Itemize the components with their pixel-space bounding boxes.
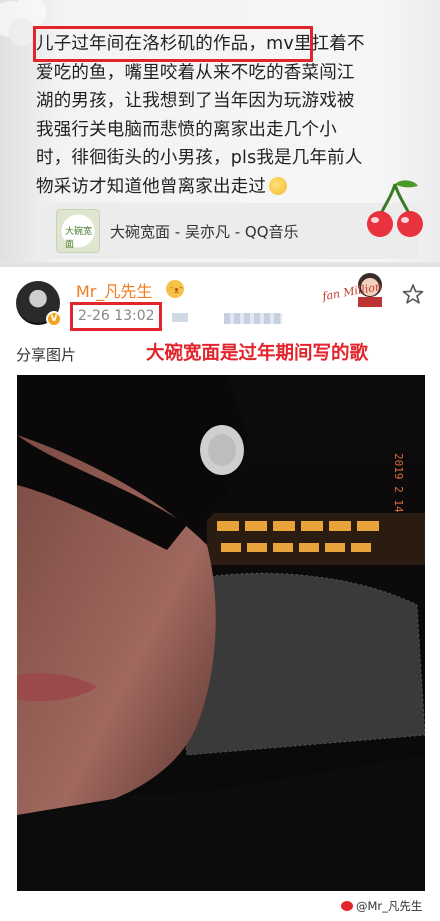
post-text-line: 湖的男孩，让我想到了当年因为玩游戏被 — [36, 91, 355, 111]
annotation-text: 大碗宽面是过年期间写的歌 — [146, 343, 369, 364]
music-title: 大碗宽面 - 吴亦凡 - QQ音乐 — [110, 223, 299, 241]
watermark: @Mr_凡先生 — [341, 898, 422, 914]
redacted-area — [224, 313, 282, 324]
star-icon[interactable] — [402, 283, 424, 305]
post-text-line: 我强行关电脑而悲愤的离家出走几个小 — [36, 119, 337, 140]
weibo-post: V Mr_凡先生 ᵔᴥᵔ 2-26 13:02 fan Million 分享图片… — [0, 267, 440, 921]
post-text-line: 时，徘徊街头的小男孩，pls我是几年前人 — [36, 148, 363, 168]
crown-emoji-icon: ᵔᴥᵔ — [166, 280, 184, 298]
music-thumbnail: 大碗宽面 — [56, 209, 100, 253]
post-text-line: 物采访才知道他曾离家出走过 — [36, 176, 267, 197]
weibo-logo-icon — [341, 901, 353, 911]
film-date-stamp: 2019 2 14 — [392, 453, 405, 513]
redacted-area — [172, 313, 188, 322]
fan-sticker: fan Million — [318, 269, 390, 309]
photo-illustration: 2019 2 14 — [17, 375, 425, 891]
verified-icon: V — [46, 311, 62, 327]
post-photo[interactable]: 2019 2 14 — [17, 375, 425, 891]
emoji-icon — [269, 176, 288, 195]
cherry-icon — [367, 180, 423, 237]
watermark-text: @Mr_凡先生 — [356, 899, 423, 913]
highlight-box — [70, 302, 162, 331]
quoted-post: 儿子过年间在洛杉矶的作品，mv里扛着不 爱吃的鱼，嘴里咬着从来不吃的香菜闯江 湖… — [0, 0, 440, 262]
highlight-box — [33, 26, 313, 62]
share-label: 分享图片 — [16, 346, 77, 364]
username[interactable]: Mr_凡先生 — [76, 278, 152, 302]
post-text-line: 爱吃的鱼，嘴里咬着从来不吃的香菜闯江 — [36, 62, 355, 83]
thumbnail-text: 大碗宽面 — [65, 227, 93, 250]
